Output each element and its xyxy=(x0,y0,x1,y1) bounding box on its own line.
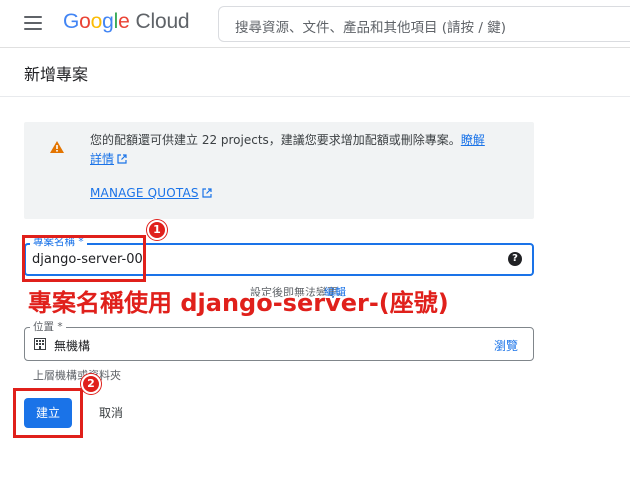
quota-message: 您的配額還可供建立 22 projects，建議您要求增加配額或刪除專案。瞭解 … xyxy=(90,131,510,169)
quota-message-text: 您的配額還可供建立 22 projects，建議您要求增加配額或刪除專案。 xyxy=(90,133,461,147)
annotation-highlight-create xyxy=(13,388,83,438)
annotation-text: 專案名稱使用 django-server-(座號) xyxy=(28,289,449,317)
location-helper-text: 上層機構或資料夾 xyxy=(33,369,121,382)
annotation-badge-2: 2 xyxy=(81,374,101,394)
warning-icon xyxy=(50,141,64,153)
location-value: 無機構 xyxy=(54,339,91,353)
building-icon xyxy=(34,338,46,350)
external-link-icon xyxy=(202,188,212,198)
learn-more-link-part1[interactable]: 瞭解 xyxy=(461,133,485,147)
help-icon[interactable]: ? xyxy=(508,252,522,266)
google-cloud-logo[interactable]: Google Cloud xyxy=(63,10,190,34)
manage-quotas-link[interactable]: MANAGE QUOTAS xyxy=(90,186,212,200)
search-input[interactable]: 搜尋資源、文件、產品和其他項目 (請按 / 鍵) xyxy=(218,6,630,42)
cancel-button[interactable]: 取消 xyxy=(86,398,136,428)
location-label: 位置 * xyxy=(30,321,66,334)
location-field[interactable] xyxy=(24,327,534,361)
search-placeholder: 搜尋資源、文件、產品和其他項目 (請按 / 鍵) xyxy=(235,20,506,36)
logo-google-text: Google xyxy=(63,10,130,33)
logo-cloud-text: Cloud xyxy=(135,10,190,33)
learn-more-link-part2[interactable]: 詳情 xyxy=(90,152,114,166)
annotation-badge-1: 1 xyxy=(147,220,167,240)
hamburger-menu-icon[interactable] xyxy=(24,16,42,30)
browse-button[interactable]: 瀏覽 xyxy=(494,337,518,354)
top-bar: Google Cloud 搜尋資源、文件、產品和其他項目 (請按 / 鍵) xyxy=(0,0,630,48)
external-link-icon xyxy=(117,154,127,164)
annotation-highlight-name xyxy=(22,235,146,282)
page-title: 新增專案 xyxy=(24,65,89,84)
manage-quotas-label: MANAGE QUOTAS xyxy=(90,186,199,200)
title-divider xyxy=(0,96,630,97)
